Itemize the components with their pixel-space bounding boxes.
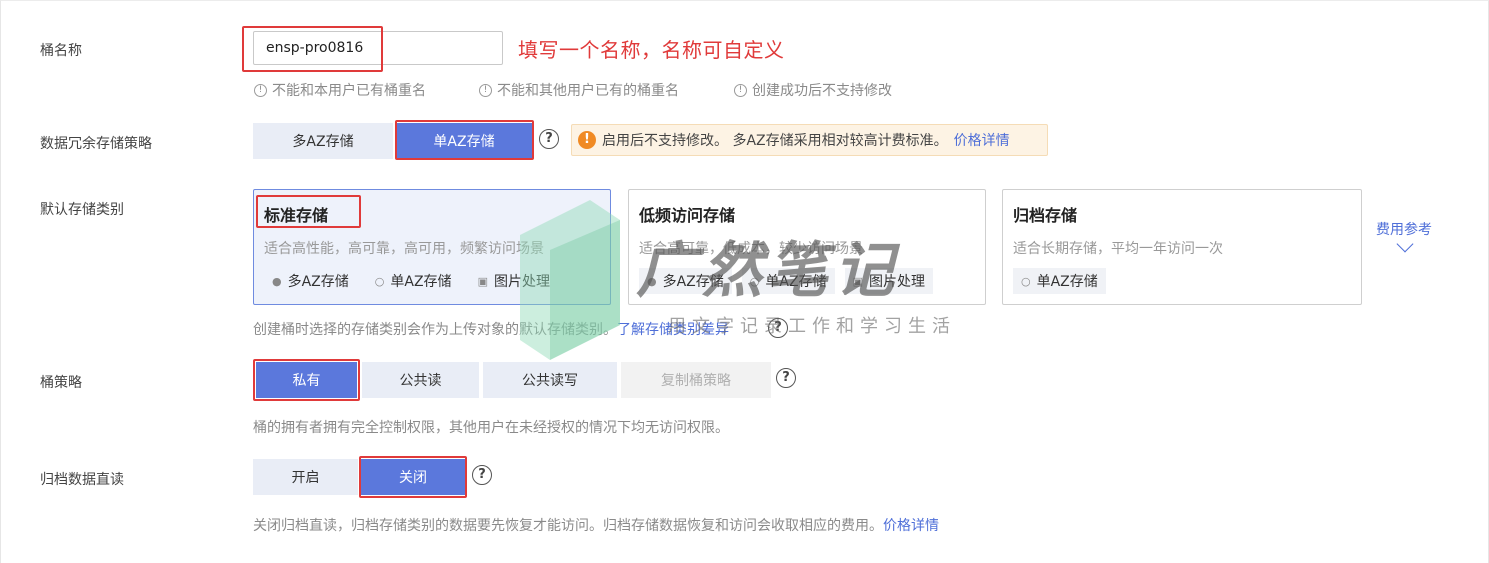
highlight-box-archive	[359, 456, 467, 498]
price-detail-link[interactable]: 价格详情	[954, 130, 1010, 150]
archive-read-label: 归档数据直读	[40, 472, 124, 488]
storage-diff-link[interactable]: 了解存储类别差异	[617, 322, 729, 338]
cluster-icon: ●	[272, 274, 282, 288]
circle-icon: ○	[1021, 274, 1031, 288]
card-infrequent[interactable]: 低频访问存储 适合高可靠，低成本，较少访问场景 ● 多AZ存储 ○ 单AZ存储 ▣ 图…	[628, 189, 986, 305]
info-icon: !	[734, 83, 747, 97]
card-desc: 适合高性能，高可靠，高可用，频繁访问场景	[264, 241, 544, 257]
highlight-box-policy	[253, 359, 360, 401]
image-icon: ▣	[477, 274, 488, 288]
hint-text-1: 不能和本用户已有桶重名	[272, 83, 426, 99]
highlight-box-redundancy	[395, 120, 534, 160]
multi-az-option[interactable]: 多AZ存储	[253, 123, 393, 159]
annotation-text: 填写一个名称，名称可自定义	[518, 38, 785, 62]
archive-read-on[interactable]: 开启	[253, 459, 358, 495]
help-icon[interactable]: ?	[539, 129, 559, 149]
tag-single-az: ○ 单AZ存储	[374, 274, 452, 290]
hint-2: ! 不能和其他用户已有的桶重名	[479, 80, 679, 100]
policy-copy[interactable]: 复制桶策略	[621, 362, 771, 398]
hint-3: ! 创建成功后不支持修改	[734, 80, 892, 100]
card-title: 低频访问存储	[639, 206, 736, 225]
hint-text-3: 创建成功后不支持修改	[752, 83, 892, 99]
archive-price-link[interactable]: 价格详情	[883, 518, 939, 534]
help-icon[interactable]: ?	[768, 318, 788, 338]
highlight-box-name	[242, 26, 383, 72]
archive-read-note: 关闭归档直读，归档存储类别的数据要先恢复才能访问。归档存储数据恢复和访问会收取相…	[253, 518, 939, 534]
tag-image: ▣ 图片处理	[844, 268, 933, 294]
warning-banner: ! 启用后不支持修改。 多AZ存储采用相对较高计费标准。 价格详情	[571, 124, 1048, 156]
card-desc: 适合高可靠，低成本，较少访问场景	[639, 241, 863, 257]
storage-class-note: 创建桶时选择的存储类别会作为上传对象的默认存储类别。了解存储类别差异	[253, 322, 729, 338]
tag-single-az: ○ 单AZ存储	[741, 268, 835, 294]
circle-icon: ○	[749, 274, 760, 288]
circle-icon: ○	[374, 274, 385, 288]
warning-text: 启用后不支持修改。 多AZ存储采用相对较高计费标准。	[602, 133, 948, 149]
info-icon: !	[479, 83, 492, 97]
cluster-icon: ●	[647, 274, 657, 288]
warning-icon: !	[578, 131, 596, 149]
policy-public-read-write[interactable]: 公共读写	[483, 362, 617, 398]
hint-1: ! 不能和本用户已有桶重名	[254, 80, 426, 100]
tag-image: ▣ 图片处理	[477, 274, 550, 290]
bucket-name-label: 桶名称	[40, 43, 82, 59]
hint-text-2: 不能和其他用户已有的桶重名	[497, 83, 679, 99]
card-archive[interactable]: 归档存储 适合长期存储，平均一年访问一次 ○ 单AZ存储	[1002, 189, 1362, 305]
image-icon: ▣	[852, 274, 863, 288]
policy-note: 桶的拥有者拥有完全控制权限，其他用户在未经授权的情况下均无访问权限。	[253, 420, 729, 436]
help-icon[interactable]: ?	[776, 368, 796, 388]
policy-label: 桶策略	[40, 375, 82, 391]
info-icon: !	[254, 83, 267, 97]
redundancy-label: 数据冗余存储策略	[40, 136, 152, 152]
help-icon[interactable]: ?	[472, 465, 492, 485]
card-title: 归档存储	[1013, 206, 1078, 225]
policy-public-read[interactable]: 公共读	[362, 362, 479, 398]
tag-single-az: ○ 单AZ存储	[1013, 268, 1106, 294]
card-desc: 适合长期存储，平均一年访问一次	[1013, 241, 1223, 257]
tag-multi-az: ● 多AZ存储	[272, 274, 349, 290]
highlight-box-standard	[256, 195, 361, 228]
storage-class-label: 默认存储类别	[40, 202, 124, 218]
tag-multi-az: ● 多AZ存储	[639, 268, 732, 294]
